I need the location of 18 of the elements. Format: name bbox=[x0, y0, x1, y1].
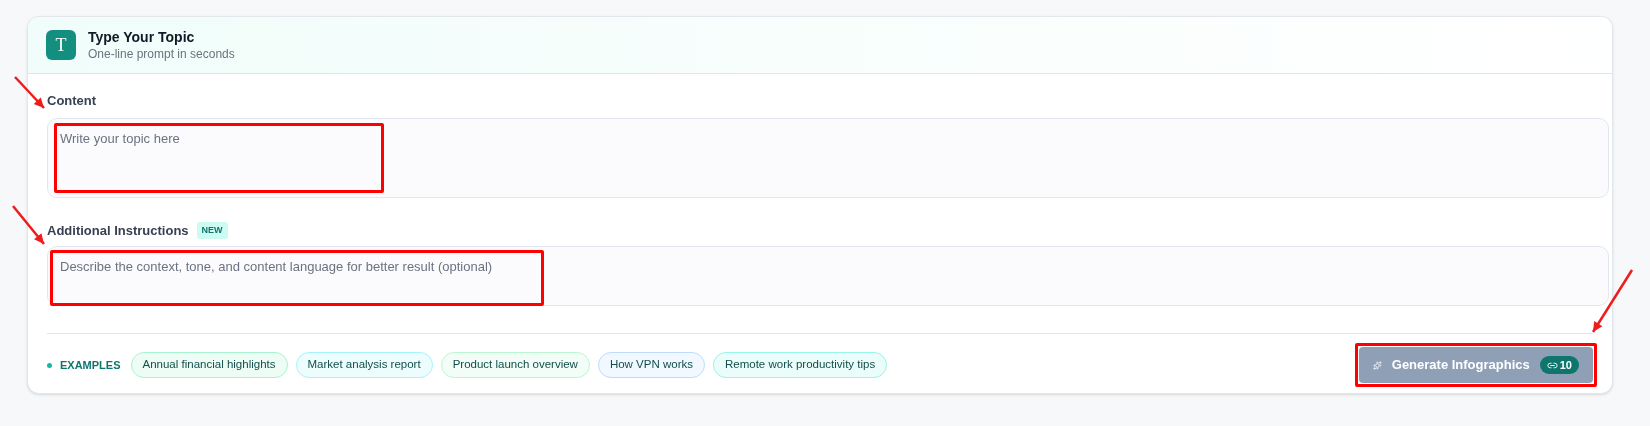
examples-label: EXAMPLES bbox=[60, 357, 121, 373]
topic-icon: T bbox=[46, 30, 76, 60]
example-chip[interactable]: Remote work productivity tips bbox=[713, 352, 888, 378]
instructions-field[interactable]: Describe the context, tone, and content language for better result (optional) bbox=[47, 246, 1609, 306]
field-label: Content bbox=[47, 92, 98, 110]
card-subtitle: One-line prompt in seconds bbox=[88, 46, 235, 62]
example-chip[interactable]: Annual financial highlights bbox=[130, 352, 288, 378]
annotation-arrow bbox=[1591, 269, 1634, 333]
example-chip[interactable]: Product launch overview bbox=[440, 352, 590, 378]
field-label: Additional Instructions bbox=[47, 221, 189, 240]
annotation-arrow bbox=[12, 205, 45, 245]
new-badge: NEW bbox=[196, 221, 228, 239]
card-title: Type Your Topic bbox=[88, 28, 196, 46]
topic-field[interactable]: Write your topic here bbox=[47, 117, 1609, 198]
annotation-arrow bbox=[14, 76, 45, 109]
credits-badge: 10 bbox=[1539, 356, 1579, 374]
example-chip[interactable]: Market analysis report bbox=[295, 352, 433, 378]
example-chip[interactable]: How VPN works bbox=[597, 352, 705, 378]
